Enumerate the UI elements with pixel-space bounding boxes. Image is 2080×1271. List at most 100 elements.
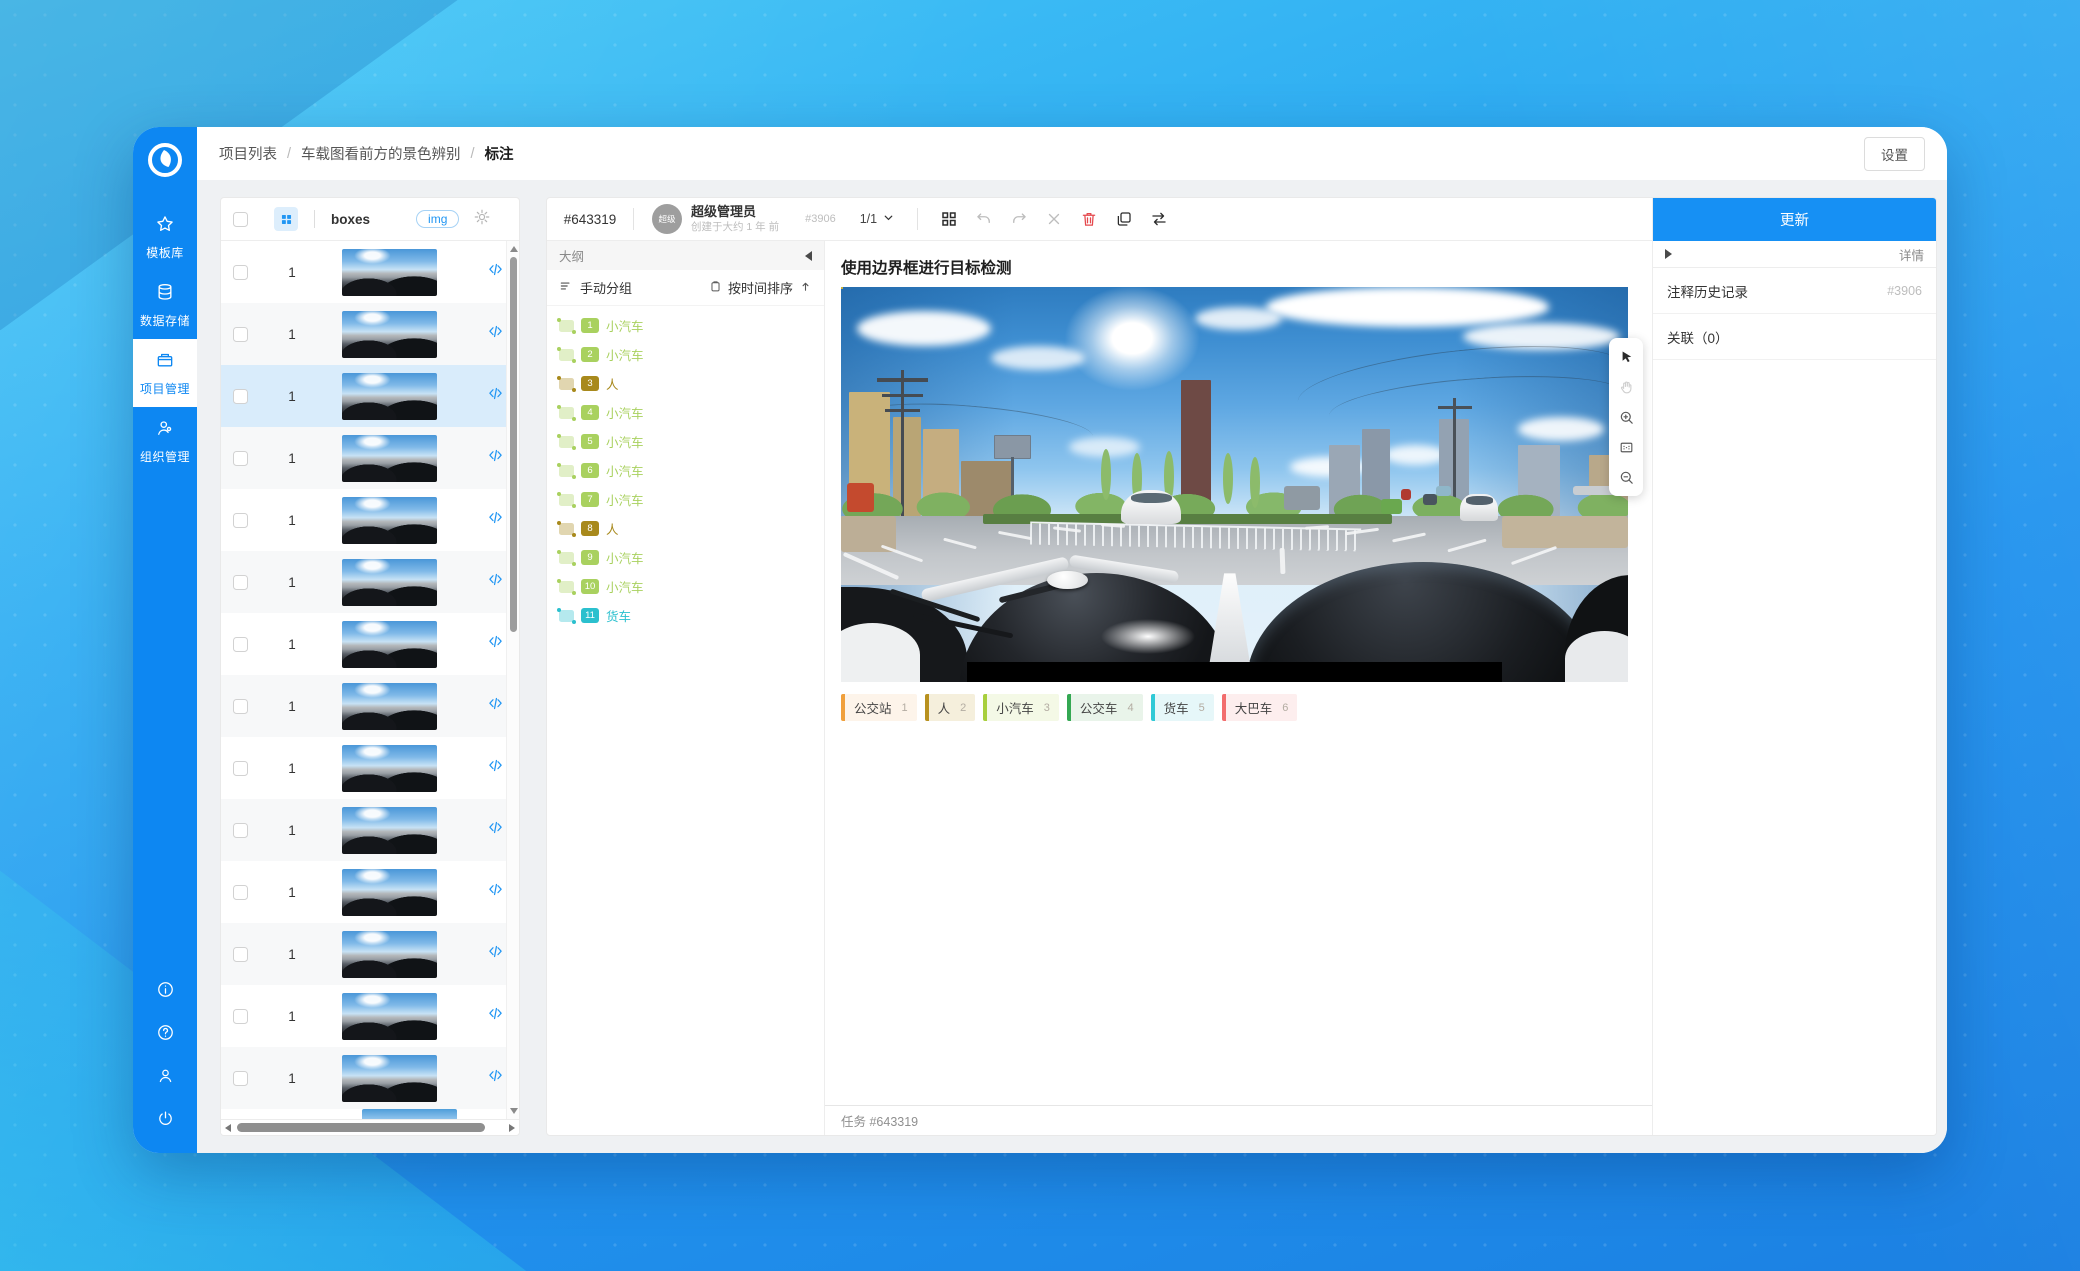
- settings-button[interactable]: 设置: [1864, 137, 1925, 171]
- annotation-canvas[interactable]: [841, 287, 1628, 682]
- row-checkbox[interactable]: [233, 637, 248, 652]
- row-checkbox[interactable]: [233, 1009, 248, 1024]
- row-checkbox[interactable]: [233, 699, 248, 714]
- image-thumbnail[interactable]: [342, 435, 437, 482]
- zoom-out-icon[interactable]: [1614, 465, 1638, 489]
- code-icon[interactable]: [488, 510, 503, 530]
- avatar[interactable]: 超级: [652, 204, 682, 234]
- list-item[interactable]: 1: [221, 861, 519, 923]
- update-button[interactable]: 更新: [1653, 198, 1936, 241]
- annotation-item[interactable]: 10小汽车: [547, 572, 824, 601]
- code-icon[interactable]: [488, 386, 503, 406]
- breadcrumb-project-name[interactable]: 车载图看前方的景色辨别: [301, 143, 461, 164]
- row-checkbox[interactable]: [233, 885, 248, 900]
- list-item[interactable]: 1: [221, 985, 519, 1047]
- image-thumbnail[interactable]: [342, 373, 437, 420]
- scroll-left-arrow[interactable]: [225, 1124, 231, 1132]
- relations-row[interactable]: 关联（0）: [1653, 314, 1936, 360]
- annotation-item[interactable]: 2小汽车: [547, 340, 824, 369]
- annotation-item[interactable]: 5小汽车: [547, 427, 824, 456]
- sidebar-item-templates[interactable]: 模板库: [133, 203, 197, 271]
- code-icon[interactable]: [488, 634, 503, 654]
- label-chip[interactable]: 货车5: [1151, 694, 1214, 721]
- expand-right-icon[interactable]: [1665, 249, 1672, 259]
- list-item[interactable]: 1: [221, 303, 519, 365]
- label-chip[interactable]: 公交车4: [1067, 694, 1143, 721]
- horizontal-scrollbar[interactable]: [221, 1119, 519, 1135]
- row-checkbox[interactable]: [233, 761, 248, 776]
- row-checkbox[interactable]: [233, 451, 248, 466]
- row-checkbox[interactable]: [233, 513, 248, 528]
- code-icon[interactable]: [488, 1068, 503, 1088]
- image-thumbnail[interactable]: [342, 497, 437, 544]
- code-icon[interactable]: [488, 696, 503, 716]
- annotation-item[interactable]: 1小汽车: [547, 311, 824, 340]
- list-item[interactable]: 1: [221, 613, 519, 675]
- code-icon[interactable]: [488, 944, 503, 964]
- list-item[interactable]: 1: [221, 737, 519, 799]
- select-all-checkbox[interactable]: [233, 212, 248, 227]
- image-thumbnail[interactable]: [342, 1055, 437, 1102]
- list-item[interactable]: 1: [221, 551, 519, 613]
- copy-icon[interactable]: [1115, 210, 1133, 228]
- annotation-history-row[interactable]: 注释历史记录 #3906: [1653, 268, 1936, 314]
- zoom-in-icon[interactable]: [1614, 405, 1638, 429]
- code-icon[interactable]: [488, 324, 503, 344]
- image-thumbnail[interactable]: [342, 683, 437, 730]
- user-icon[interactable]: [156, 1066, 175, 1090]
- image-thumbnail[interactable]: [342, 621, 437, 668]
- vertical-scrollbar[interactable]: [506, 241, 519, 1119]
- image-thumbnail[interactable]: [342, 931, 437, 978]
- scrollbar-thumb[interactable]: [510, 257, 517, 632]
- redo-icon[interactable]: [1010, 210, 1028, 228]
- code-icon[interactable]: [488, 1006, 503, 1026]
- grid-view-icon[interactable]: [940, 210, 958, 228]
- info-icon[interactable]: [156, 980, 175, 1004]
- code-icon[interactable]: [488, 262, 503, 282]
- undo-icon[interactable]: [975, 210, 993, 228]
- annotation-item[interactable]: 11货车: [547, 601, 824, 630]
- row-checkbox[interactable]: [233, 1071, 248, 1086]
- sort-by-time-toggle[interactable]: 按时间排序: [709, 278, 812, 297]
- code-icon[interactable]: [488, 448, 503, 468]
- sidebar-item-organization[interactable]: 组织管理: [133, 407, 197, 475]
- annotation-item[interactable]: 9小汽车: [547, 543, 824, 572]
- bounding-box[interactable]: [841, 287, 843, 289]
- annotation-item[interactable]: 7小汽车: [547, 485, 824, 514]
- trash-icon[interactable]: [1080, 210, 1098, 228]
- annotation-item[interactable]: 3人: [547, 369, 824, 398]
- help-icon[interactable]: [156, 1023, 175, 1047]
- list-item[interactable]: 1: [221, 923, 519, 985]
- label-chip[interactable]: 小汽车3: [983, 694, 1059, 721]
- annotation-item[interactable]: 8人: [547, 514, 824, 543]
- power-icon[interactable]: [156, 1109, 175, 1133]
- cursor-icon[interactable]: [1614, 345, 1638, 369]
- scroll-up-arrow[interactable]: [510, 246, 518, 252]
- collapse-left-icon[interactable]: [805, 251, 812, 261]
- sidebar-item-data-storage[interactable]: 数据存储: [133, 271, 197, 339]
- image-thumbnail[interactable]: [342, 311, 437, 358]
- hand-icon[interactable]: [1614, 375, 1638, 399]
- image-thumbnail[interactable]: [342, 869, 437, 916]
- list-item[interactable]: 1: [221, 489, 519, 551]
- list-item[interactable]: 1: [221, 1047, 519, 1109]
- label-chip[interactable]: 人2: [925, 694, 976, 721]
- list-item[interactable]: 1: [221, 365, 519, 427]
- annotation-item[interactable]: 4小汽车: [547, 398, 824, 427]
- manual-group-toggle[interactable]: 手动分组: [559, 278, 632, 297]
- row-checkbox[interactable]: [233, 327, 248, 342]
- list-item[interactable]: 1: [221, 799, 519, 861]
- annotation-item[interactable]: 6小汽车: [547, 456, 824, 485]
- scroll-right-arrow[interactable]: [509, 1124, 515, 1132]
- code-icon[interactable]: [488, 882, 503, 902]
- image-thumbnail[interactable]: [342, 993, 437, 1040]
- list-item[interactable]: 1: [221, 675, 519, 737]
- close-icon[interactable]: [1045, 210, 1063, 228]
- annotation-pager[interactable]: 1/1: [860, 211, 895, 227]
- grid-view-toggle[interactable]: [274, 207, 298, 231]
- list-item[interactable]: 1: [221, 241, 519, 303]
- code-icon[interactable]: [488, 758, 503, 778]
- image-thumbnail[interactable]: [342, 745, 437, 792]
- code-icon[interactable]: [488, 572, 503, 592]
- row-checkbox[interactable]: [233, 823, 248, 838]
